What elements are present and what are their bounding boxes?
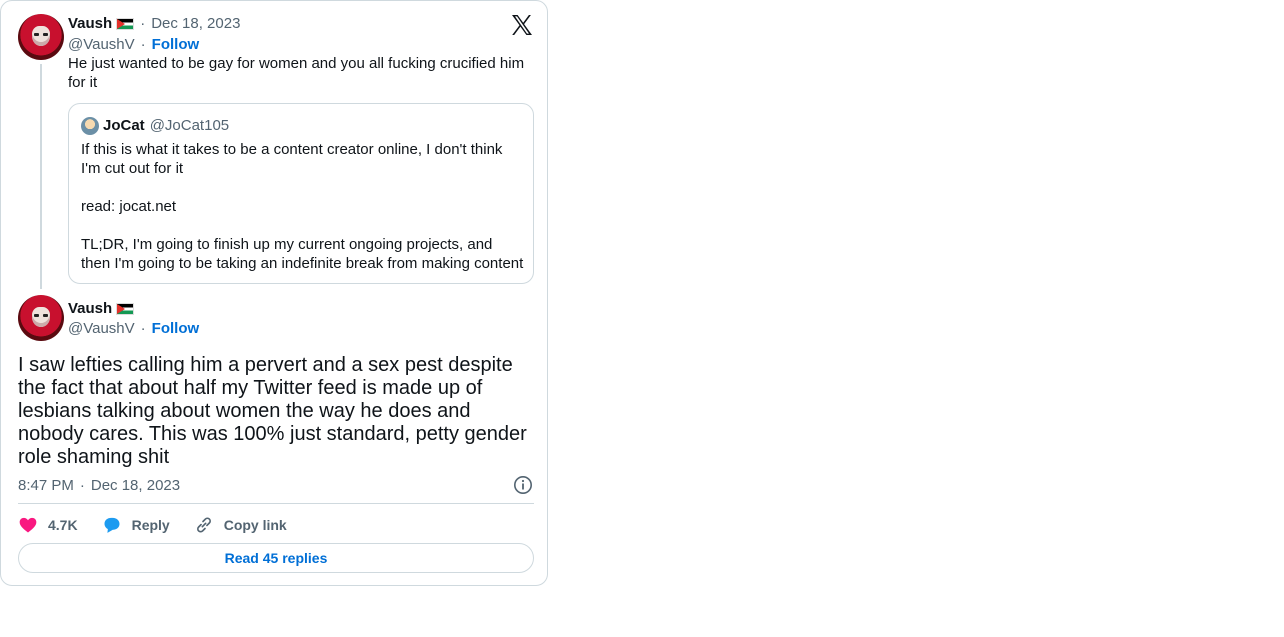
reply-button[interactable]: Reply <box>102 515 170 535</box>
avatar-eye <box>34 314 39 317</box>
link-icon <box>196 517 211 533</box>
separator: · <box>140 36 146 53</box>
author-handle[interactable]: @VaushV <box>68 320 135 337</box>
avatar-face <box>32 307 50 327</box>
follow-button[interactable]: Follow <box>152 36 200 53</box>
avatar-eye <box>43 33 48 36</box>
separator: · <box>140 320 146 337</box>
quoted-tweet-text: If this is what it takes to be a content… <box>81 141 524 272</box>
author-handle: @JoCat105 <box>149 117 230 134</box>
author-name[interactable]: Vaush <box>68 15 112 32</box>
author-name: JoCat <box>103 117 145 134</box>
flag-icon <box>116 302 135 315</box>
avatar[interactable] <box>18 295 64 341</box>
main-handle-row: @VaushV · Follow <box>68 320 199 337</box>
divider <box>18 503 534 504</box>
tweet-date[interactable]: Dec 18, 2023 <box>151 15 240 32</box>
thread-line <box>40 64 42 289</box>
avatar-eye <box>43 314 48 317</box>
avatar-face <box>32 26 50 46</box>
main-tweet-text: I saw lefties calling him a pervert and … <box>18 354 527 468</box>
author-handle[interactable]: @VaushV <box>68 36 135 53</box>
embedded-tweet-card: Vaush · Dec 18, 2023 @VaushV · Follow He… <box>0 0 548 586</box>
reply-label: Reply <box>131 517 170 533</box>
read-replies-button[interactable]: Read 45 replies <box>18 543 534 573</box>
tweet-timestamp[interactable]: 8:47 PM · Dec 18, 2023 <box>18 477 180 494</box>
action-bar: 4.7K Reply Copy link <box>18 513 311 537</box>
parent-author-row: Vaush · Dec 18, 2023 <box>68 15 240 32</box>
quoted-author-row: JoCat @JoCat105 <box>103 117 229 134</box>
avatar <box>81 117 99 135</box>
reply-bubble-icon <box>104 517 120 533</box>
quoted-tweet[interactable]: JoCat @JoCat105 If this is what it takes… <box>68 103 534 284</box>
follow-button[interactable]: Follow <box>152 320 200 337</box>
author-name[interactable]: Vaush <box>68 300 112 317</box>
like-button[interactable]: 4.7K <box>18 515 78 535</box>
main-author-row: Vaush <box>68 300 135 317</box>
parent-handle-row: @VaushV · Follow <box>68 36 199 53</box>
copy-link-label: Copy link <box>223 517 287 533</box>
tweet-time: 8:47 PM <box>18 477 74 494</box>
copy-link-button[interactable]: Copy link <box>194 515 287 535</box>
avatar-eye <box>34 33 39 36</box>
like-count: 4.7K <box>48 517 78 533</box>
separator: · <box>140 15 146 32</box>
tweet-date: Dec 18, 2023 <box>90 477 181 494</box>
x-logo-icon[interactable] <box>510 13 534 37</box>
info-icon[interactable] <box>513 475 533 495</box>
heart-icon <box>19 517 37 533</box>
separator: · <box>79 477 85 494</box>
avatar[interactable] <box>18 14 64 60</box>
flag-icon <box>116 17 135 30</box>
parent-tweet-text: He just wanted to be gay for women and y… <box>68 55 525 91</box>
